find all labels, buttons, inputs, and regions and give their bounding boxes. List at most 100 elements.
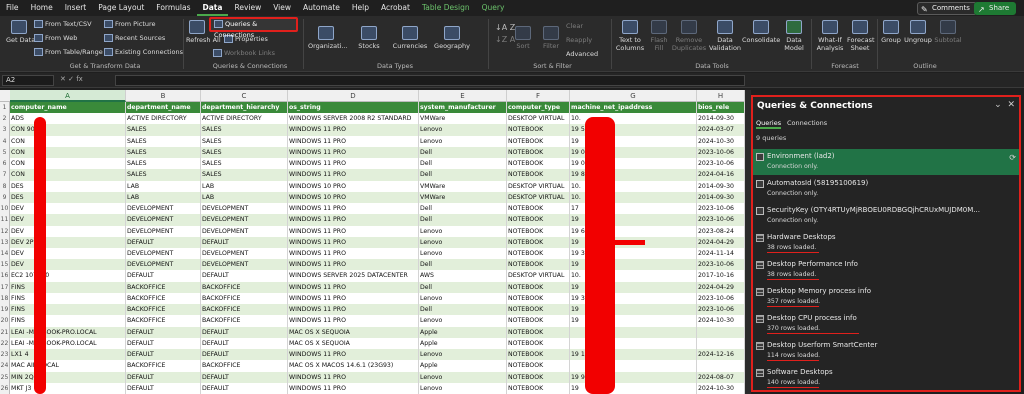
tab-automate[interactable]: Automate (297, 0, 346, 16)
table-cell[interactable]: NOTEBOOK (507, 203, 570, 215)
table-cell[interactable]: DEV (10, 225, 126, 237)
table-cell[interactable]: WINDOWS 11 PRO (288, 214, 419, 226)
table-cell[interactable]: BACKOFFICE (126, 304, 201, 316)
table-cell[interactable]: 2024-08-07 (697, 371, 745, 383)
table-cell[interactable]: DEFAULT (126, 371, 201, 383)
table-cell[interactable]: 2014-09-30 (697, 180, 745, 192)
table-cell[interactable]: LEAI -MACBOOK-PRO.LOCAL (10, 337, 126, 350)
table-cell[interactable]: MKT J3 (10, 382, 126, 394)
table-cell[interactable]: NOTEBOOK (507, 259, 570, 271)
table-cell[interactable]: 2024-04-16 (697, 169, 745, 181)
from-picture-button[interactable]: From Picture (104, 20, 156, 28)
table-cell[interactable]: Apple (419, 337, 507, 350)
table-cell[interactable]: LAB (126, 180, 201, 192)
table-cell[interactable]: VMWare (419, 191, 507, 204)
table-cell[interactable]: NOTEBOOK (507, 337, 570, 350)
table-cell[interactable]: DEVELOPMENT (201, 225, 288, 237)
table-cell[interactable]: 2024-12-16 (697, 349, 745, 361)
table-cell[interactable]: SALES (201, 124, 288, 136)
table-cell[interactable]: LAB (201, 180, 288, 192)
tab-review[interactable]: Review (228, 0, 267, 16)
data-validation-button[interactable]: Data Validation (708, 20, 742, 52)
query-item[interactable]: Software Desktops 140 rows loaded. (753, 365, 1019, 390)
table-cell[interactable]: BACKOFFICE (201, 292, 288, 305)
table-cell[interactable]: Lenovo (419, 349, 507, 361)
tab-connections[interactable]: Connections (787, 119, 827, 127)
header-cell[interactable]: machine_net_ipaddress (570, 102, 697, 114)
filter-button[interactable]: Filter (540, 26, 562, 50)
row-number[interactable]: 11 (0, 214, 10, 226)
table-cell[interactable]: LAB (126, 191, 201, 204)
clear-button[interactable]: Clear (566, 22, 583, 30)
tab-file[interactable]: File (0, 0, 25, 16)
table-cell[interactable]: NOTEBOOK (507, 292, 570, 305)
table-cell[interactable]: Lenovo (419, 382, 507, 394)
ungroup-button[interactable]: Ungroup (904, 20, 932, 44)
table-cell[interactable]: WINDOWS 10 PRO (288, 180, 419, 192)
chevron-down-icon[interactable]: ⌄ (994, 100, 1002, 110)
table-cell[interactable]: NOTEBOOK (507, 169, 570, 181)
row-number[interactable]: 15 (0, 259, 10, 271)
table-cell[interactable]: Lenovo (419, 135, 507, 147)
table-cell[interactable]: DEV (10, 259, 126, 271)
table-cell[interactable]: MAC AIR.LOCAL (10, 360, 126, 372)
table-cell[interactable]: Lenovo (419, 225, 507, 237)
table-cell[interactable]: DEVELOPMENT (126, 225, 201, 237)
table-cell[interactable]: NOTEBOOK (507, 214, 570, 226)
row-number[interactable]: 9 (0, 191, 10, 204)
table-cell[interactable]: DES (10, 191, 126, 204)
table-cell[interactable]: DEV 2P1 (10, 236, 126, 248)
group-button[interactable]: Group (880, 20, 902, 44)
table-cell[interactable]: Apple (419, 360, 507, 372)
table-cell[interactable]: MAC OS X SEQUOIA (288, 326, 419, 338)
query-item[interactable]: Environment (lad2) Connection only. ⟳ (753, 149, 1019, 175)
header-cell[interactable]: department_hierarchy (201, 102, 288, 114)
table-cell[interactable]: MAC OS X SEQUOIA (288, 337, 419, 350)
from-table-range-button[interactable]: From Table/Range (34, 48, 103, 56)
table-cell[interactable]: NOTEBOOK (507, 124, 570, 136)
table-cell[interactable]: DEFAULT (201, 236, 288, 248)
row-number[interactable]: 24 (0, 360, 10, 372)
table-cell[interactable]: NOTEBOOK (507, 158, 570, 170)
table-cell[interactable]: MAC OS X MACOS 14.6.1 (23G93) (288, 360, 419, 372)
close-icon[interactable]: ✕ (1007, 100, 1015, 110)
table-cell[interactable]: Lenovo (419, 248, 507, 260)
row-number[interactable]: 14 (0, 248, 10, 260)
table-cell[interactable]: SALES (126, 135, 201, 147)
tab-queries[interactable]: Queries (756, 119, 782, 129)
table-cell[interactable]: WINDOWS 11 PRO (288, 281, 419, 293)
query-item[interactable]: Hardware Desktops 38 rows loaded. (753, 230, 1019, 256)
table-cell[interactable]: NOTEBOOK (507, 326, 570, 338)
table-cell[interactable]: DEV (10, 214, 126, 226)
comments-button[interactable]: ✎ Comments (917, 2, 977, 15)
table-cell[interactable]: SALES (126, 124, 201, 136)
table-cell[interactable]: WINDOWS 11 PRO (288, 169, 419, 181)
table-cell[interactable]: FINS (10, 315, 126, 327)
query-item[interactable]: Desktop CPU process info 370 rows loaded. (753, 311, 1019, 337)
tab-table-design[interactable]: Table Design (416, 0, 476, 16)
table-cell[interactable]: NOTEBOOK (507, 304, 570, 316)
table-cell[interactable]: NOTEBOOK (507, 236, 570, 248)
table-cell[interactable]: MIN 2QF1E (10, 371, 126, 383)
table-cell[interactable]: DEFAULT (126, 236, 201, 248)
table-cell[interactable]: SALES (126, 169, 201, 181)
table-cell[interactable]: DEVELOPMENT (126, 214, 201, 226)
header-cell[interactable]: computer_name (10, 102, 126, 114)
row-number[interactable]: 3 (0, 124, 10, 136)
flash-fill-button[interactable]: Flash Fill (648, 20, 670, 52)
table-cell[interactable]: Dell (419, 214, 507, 226)
table-cell[interactable]: DESKTOP VIRTUAL (507, 270, 570, 282)
table-cell[interactable]: Dell (419, 304, 507, 316)
table-cell[interactable]: LAB (201, 191, 288, 204)
table-cell[interactable]: DEFAULT (126, 349, 201, 361)
table-cell[interactable]: NOTEBOOK (507, 146, 570, 159)
refresh-all-button[interactable]: Refresh All (186, 20, 221, 44)
existing-connections-button[interactable]: Existing Connections (104, 48, 183, 56)
table-cell[interactable]: DEFAULT (126, 270, 201, 282)
table-cell[interactable]: SALES (201, 135, 288, 147)
table-cell[interactable]: 2014-09-30 (697, 113, 745, 125)
table-cell[interactable] (697, 337, 745, 350)
tab-page-layout[interactable]: Page Layout (92, 0, 150, 16)
fx-icon[interactable]: ✕ ✓ fx (60, 75, 83, 83)
recent-sources-button[interactable]: Recent Sources (104, 34, 165, 42)
